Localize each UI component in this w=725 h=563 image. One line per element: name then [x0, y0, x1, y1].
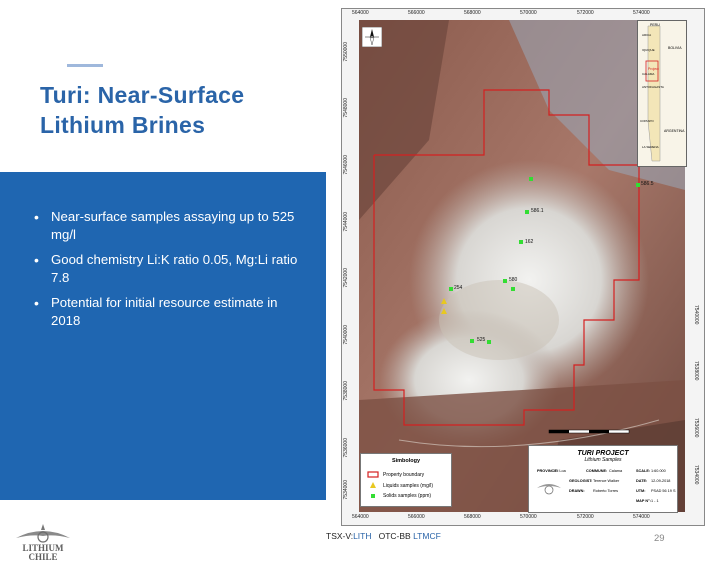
tb-label: UTM: [636, 489, 646, 493]
x-tick-bottom: 566000 [408, 514, 425, 520]
accent-line [67, 64, 103, 67]
bullet-item: Near-surface samples assaying up to 525 … [34, 208, 304, 244]
project-title: TURI PROJECT [577, 450, 629, 457]
sample-label: 586.5 [641, 181, 654, 187]
otc-ticker: LTMCF [413, 531, 441, 541]
otc-prefix: OTC-BB [378, 531, 414, 541]
legend-item: Liquids samples (mg/l) [383, 483, 434, 489]
bullet-item: Potential for initial resource estimate … [34, 294, 304, 330]
y-tick-left: 7548000 [343, 98, 349, 118]
north-arrow-icon [362, 27, 382, 47]
tb-label: GEOLOGIST: [569, 479, 593, 483]
x-tick-top: 572000 [577, 10, 594, 16]
solid-sample-marker [487, 340, 491, 344]
location-inset-map: PERU BOLIVIA ARGENTINA Project CALAMA AN… [637, 20, 687, 167]
sample-label: 162 [525, 239, 534, 245]
boundary-legend-icon [367, 471, 379, 478]
tb-label: MAP N°: [636, 499, 651, 503]
y-tick-right: 7538000 [693, 361, 699, 381]
y-tick-left: 7546000 [343, 155, 349, 175]
solid-sample-marker [503, 279, 507, 283]
sample-label: 254 [454, 285, 463, 291]
slide-title: Turi: Near-Surface Lithium Brines [40, 80, 320, 140]
liquid-legend-icon [370, 482, 376, 488]
x-tick-bottom: 572000 [577, 514, 594, 520]
logo-word-chile: CHILE [28, 552, 57, 562]
y-tick-left: 7538000 [343, 381, 349, 401]
tb-value: Calama [609, 469, 623, 473]
inset-label: ARICA [642, 33, 652, 37]
solid-sample-marker [529, 177, 533, 181]
x-tick-top: 570000 [520, 10, 537, 16]
inset-label: ARGENTINA [664, 129, 685, 133]
inset-label: IQUIQUE [642, 48, 655, 52]
y-tick-left: 7534000 [343, 480, 349, 500]
legend-item: Property boundary [383, 472, 425, 478]
y-tick-left: 7544000 [343, 212, 349, 232]
tb-value: 1 - 1 [651, 499, 659, 503]
solid-legend-icon [371, 494, 375, 498]
sample-label: 580 [509, 277, 518, 283]
sample-label: 586.1 [531, 208, 544, 214]
page-number: 29 [654, 533, 665, 544]
title-line-1: Turi: Near-Surface [40, 82, 245, 108]
project-subtitle: Lithium Samples [584, 457, 622, 463]
x-tick-bottom: 564000 [352, 514, 369, 520]
tsx-ticker: LITH [353, 531, 372, 541]
inset-label: BOLIVIA [668, 46, 682, 50]
solid-sample-marker [525, 210, 529, 214]
inset-label: LA SERENA [642, 145, 659, 149]
y-tick-left: 7536000 [343, 438, 349, 458]
x-tick-top: 568000 [464, 10, 481, 16]
bullet-item: Good chemistry Li:K ratio 0.05, Mg:Li ra… [34, 251, 304, 287]
tb-value: 1:60.000 [651, 469, 666, 473]
title-line-2: Lithium Brines [40, 112, 206, 138]
solid-sample-marker [636, 183, 640, 187]
solid-sample-marker [449, 287, 453, 291]
y-tick-right: 7536000 [693, 418, 699, 438]
x-tick-bottom: 568000 [464, 514, 481, 520]
tb-value: Roberto Torres [593, 489, 619, 493]
x-tick-top: 574000 [633, 10, 650, 16]
inset-label: CALAMA [642, 72, 655, 76]
inset-label: ANTOFAGASTA [642, 85, 664, 89]
bullet-panel: Near-surface samples assaying up to 525 … [0, 172, 326, 500]
map-legend: Simbology Property boundary Liquids samp… [360, 453, 452, 507]
tb-value: El Loa [555, 469, 566, 473]
lithium-chile-logo: LITHIUM CHILE [16, 524, 70, 562]
y-tick-left: 7550000 [343, 42, 349, 62]
tb-label: SCALE: [636, 469, 651, 473]
solid-sample-marker [511, 287, 515, 291]
inset-label: PERU [650, 23, 660, 27]
lithium-chile-logo-small [537, 484, 561, 495]
legend-item: Solids samples (ppm) [383, 493, 432, 499]
x-tick-bottom: 570000 [520, 514, 537, 520]
solid-sample-marker [470, 339, 474, 343]
tsx-prefix: TSX-V: [326, 531, 354, 541]
tb-value: PSAD 56 19 S [651, 489, 676, 493]
sample-label: 525 [477, 337, 486, 343]
solid-sample-marker [519, 240, 523, 244]
liquid-sample-icon [441, 298, 447, 304]
tb-label: DRAWN: [569, 489, 585, 493]
inset-label: COPIAPO [640, 119, 654, 123]
tb-value: 12-09-2018 [651, 479, 671, 483]
y-tick-right: 7534000 [693, 465, 699, 485]
bullet-list: Near-surface samples assaying up to 525 … [34, 208, 304, 337]
tb-label: DATE: [636, 479, 648, 483]
y-tick-left: 7542000 [343, 268, 349, 288]
stock-tickers: TSX-V:LITH OTC-BB LTMCF [326, 531, 441, 541]
x-tick-top: 564000 [352, 10, 369, 16]
map-title-block: TURI PROJECT Lithium Samples PROVINCE: E… [528, 445, 678, 513]
tb-value: Terence Walker [593, 479, 620, 483]
x-tick-bottom: 574000 [633, 514, 650, 520]
legend-title: Simbology [391, 458, 421, 464]
x-tick-top: 566000 [408, 10, 425, 16]
tb-label: COMMUNE: [586, 469, 608, 473]
liquid-sample-icon [441, 308, 447, 314]
y-tick-right: 7540000 [693, 305, 699, 325]
y-tick-left: 7540000 [343, 325, 349, 345]
inset-label: Project [648, 67, 659, 71]
